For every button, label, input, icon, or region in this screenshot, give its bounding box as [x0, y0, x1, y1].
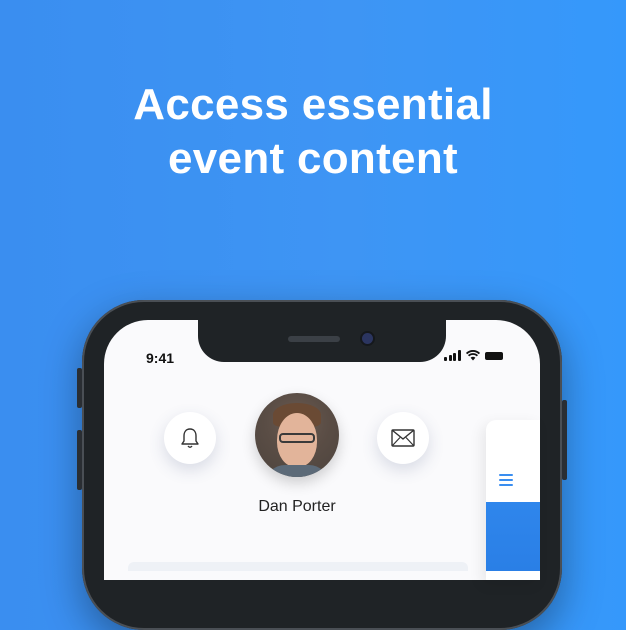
battery-icon: [484, 351, 503, 360]
mail-icon: [391, 429, 415, 447]
avatar-glasses: [279, 433, 315, 443]
avatar[interactable]: [255, 393, 339, 477]
messages-button[interactable]: [377, 412, 429, 464]
bell-icon: [181, 428, 199, 448]
phone-volume-button-2: [77, 430, 82, 490]
speaker-grille: [288, 336, 340, 342]
menu-icon[interactable]: [499, 474, 513, 489]
side-panel-accent: [486, 502, 540, 571]
content-card: [128, 562, 468, 571]
status-time: 9:41: [146, 350, 175, 366]
phone-power-button: [562, 400, 567, 480]
wifi-icon: [465, 350, 480, 361]
front-camera: [362, 333, 373, 344]
user-name: Dan Porter: [258, 498, 336, 515]
hero-title-line-2: event content: [168, 134, 458, 183]
notifications-button[interactable]: [164, 412, 216, 464]
hero-title-line-1: Access essential: [133, 80, 493, 129]
status-icons: [444, 350, 503, 361]
signal-icon: [444, 350, 461, 361]
avatar-shirt: [265, 465, 329, 477]
hero-title: Access essential event content: [0, 78, 626, 186]
phone-volume-button: [77, 368, 82, 408]
